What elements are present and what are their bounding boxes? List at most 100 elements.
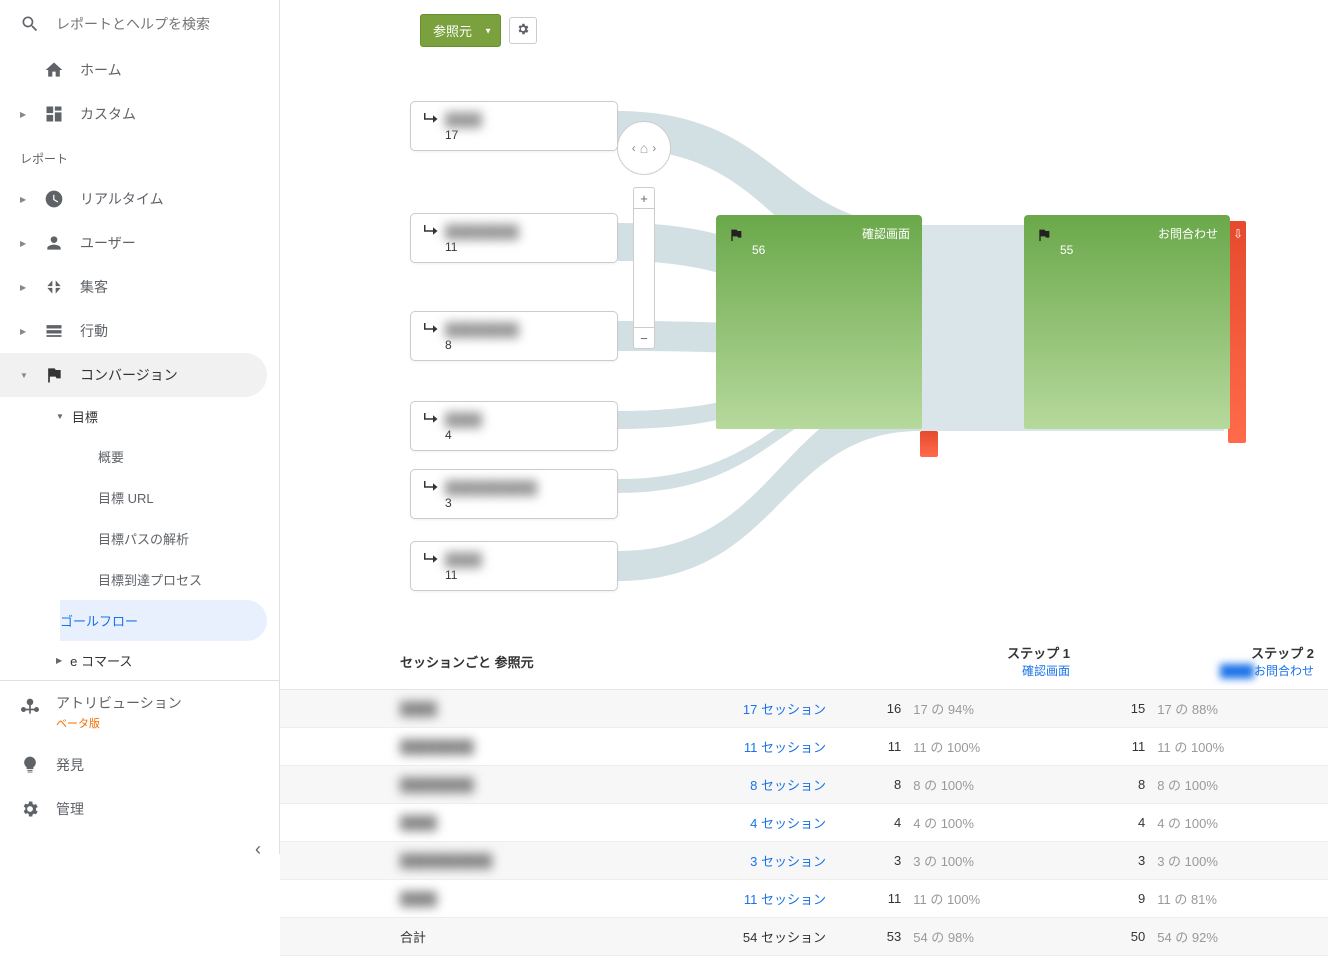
nav-realtime-label: リアルタイム [80,189,164,209]
nav-ecommerce[interactable]: ▶ e コマース [0,641,279,680]
nav-conversions-label: コンバージョン [80,365,178,385]
person-icon [44,233,64,253]
table-total-step2-count: 50 [1084,918,1149,956]
enter-icon [421,110,439,128]
search-row [0,0,279,48]
table-cell-step2-count: 11 [1084,728,1149,766]
table-cell-sessions[interactable]: 11 セッション [700,880,840,918]
table-total-step1-pct: 54 の 98% [905,918,1084,956]
table-header-step2[interactable]: ステップ 2 ████お問合わせ [1084,633,1328,690]
step-2-count: 55 [1060,243,1218,257]
table-total-label: 合計 [280,918,700,956]
table-row: ████ 4 セッション 4 4 の 100% 4 4 の 100% [280,804,1328,842]
nav-custom[interactable]: ▶ カスタム [0,92,279,136]
table-cell-sessions[interactable]: 17 セッション [700,690,840,728]
expand-caret-icon: ▶ [20,327,28,336]
table-cell-sessions[interactable]: 11 セッション [700,728,840,766]
table-cell-source: ████ [400,701,437,716]
table-cell-step1-pct: 3 の 100% [905,842,1084,880]
flow-source-node[interactable]: ████ 11 [410,541,618,591]
flow-source-node[interactable]: ████ 4 [410,401,618,451]
home-icon: ⌂ [640,140,648,156]
nav-goals-funnel[interactable]: 目標到達プロセス [98,559,279,600]
nav-audience-label: ユーザー [80,233,136,253]
expand-caret-icon: ▶ [56,656,62,665]
table-cell-step2-pct: 3 の 100% [1149,842,1328,880]
nav-conversions[interactable]: ▼ コンバージョン [0,353,267,397]
nav-goals-url[interactable]: 目標 URL [98,477,279,518]
step-1-dropoff [920,431,938,457]
beta-badge: ベータ版 [56,715,182,731]
nav-realtime[interactable]: ▶ リアルタイム [0,177,279,221]
table-cell-step1-pct: 11 の 100% [905,728,1084,766]
step-2-dropoff: ⇩ [1228,221,1246,443]
zoom-out-button[interactable]: − [634,328,654,348]
collapse-caret-icon: ▼ [56,412,64,421]
nav-audience[interactable]: ▶ ユーザー [0,221,279,265]
dimension-dropdown[interactable]: 参照元 [420,14,501,47]
zoom-in-button[interactable]: + [634,188,654,208]
table-row: ████ 17 セッション 16 17 の 94% 15 17 の 88% [280,690,1328,728]
nav-home[interactable]: ホーム [0,48,279,92]
table-cell-step1-pct: 17 の 94% [905,690,1084,728]
flow-visualization: ‹ ⌂ › + − ████ 17 █████ [280,61,1328,854]
attribution-icon [20,697,40,717]
nav-goals[interactable]: ▼ 目標 [0,397,279,436]
table-total-row: 合計 54 セッション 53 54 の 98% 50 54 の 92% [280,918,1328,956]
table-cell-sessions[interactable]: 8 セッション [700,766,840,804]
step-1-count: 56 [752,243,910,257]
sidebar: ホーム ▶ カスタム レポート ▶ リアルタイム ▶ ユーザー ▶ [0,0,280,854]
table-row: ████████ 11 セッション 11 11 の 100% 11 11 の 1… [280,728,1328,766]
step-2-title-suffix: お問合わせ [1158,225,1218,242]
nav-goals-reverse-path[interactable]: 目標パスの解析 [98,518,279,559]
flow-data-table: セッションごと 参照元 ステップ 1 確認画面 ステップ 2 ████お問合わせ… [280,633,1328,956]
table-cell-sessions[interactable]: 4 セッション [700,804,840,842]
table-cell-source: ████████ [400,739,474,754]
sidebar-collapse-button[interactable]: ‹ [0,831,279,868]
enter-icon [421,222,439,240]
table-cell-sessions[interactable]: 3 セッション [700,842,840,880]
flow-source-node[interactable]: ████████ 8 [410,311,618,361]
flow-nav-button[interactable]: ‹ ⌂ › [617,121,671,175]
source-node-count: 11 [445,568,607,582]
table-cell-step1-count: 4 [840,804,905,842]
nav-admin[interactable]: 管理 [0,787,279,831]
table-cell-source: ████ [400,891,437,906]
flow-step-1[interactable]: 確認画面 56 [716,215,922,429]
nav-admin-label: 管理 [56,799,84,819]
flag-icon [44,365,64,385]
acquisition-icon [44,277,64,297]
table-header-source[interactable]: セッションごと 参照元 [280,633,700,690]
chevron-right-icon: › [652,141,656,155]
source-node-count: 8 [445,338,607,352]
nav-behavior[interactable]: ▶ 行動 [0,309,279,353]
table-header-step1[interactable]: ステップ 1 確認画面 [840,633,1084,690]
nav-acquisition[interactable]: ▶ 集客 [0,265,279,309]
flow-source-node[interactable]: ██████████ 3 [410,469,618,519]
table-cell-step2-pct: 11 の 81% [1149,880,1328,918]
table-cell-step1-pct: 11 の 100% [905,880,1084,918]
source-node-count: 4 [445,428,607,442]
table-cell-step2-pct: 11 の 100% [1149,728,1328,766]
table-cell-step2-count: 3 [1084,842,1149,880]
zoom-slider[interactable] [634,208,654,328]
table-row: ██████████ 3 セッション 3 3 の 100% 3 3 の 100% [280,842,1328,880]
flow-step-2[interactable]: お問合わせ 55 [1024,215,1230,429]
nav-discover[interactable]: 発見 [0,743,279,787]
table-total-sessions: 54 セッション [700,918,840,956]
toolbar: 参照元 [280,0,1328,61]
table-cell-step2-count: 8 [1084,766,1149,804]
flow-source-node[interactable]: ████ 17 [410,101,618,151]
table-cell-source: ████ [400,815,437,830]
source-node-label: ██████████ [445,480,537,495]
settings-button[interactable] [509,17,537,44]
home-icon [44,60,64,80]
nav-goals-flow[interactable]: ゴールフロー [60,600,267,641]
nav-discover-label: 発見 [56,755,84,775]
search-input[interactable] [56,16,259,32]
flow-source-node[interactable]: ████████ 11 [410,213,618,263]
enter-icon [421,320,439,338]
table-cell-step2-count: 4 [1084,804,1149,842]
nav-goals-overview[interactable]: 概要 [98,436,279,477]
nav-attribution[interactable]: アトリビューション ベータ版 [0,681,279,743]
